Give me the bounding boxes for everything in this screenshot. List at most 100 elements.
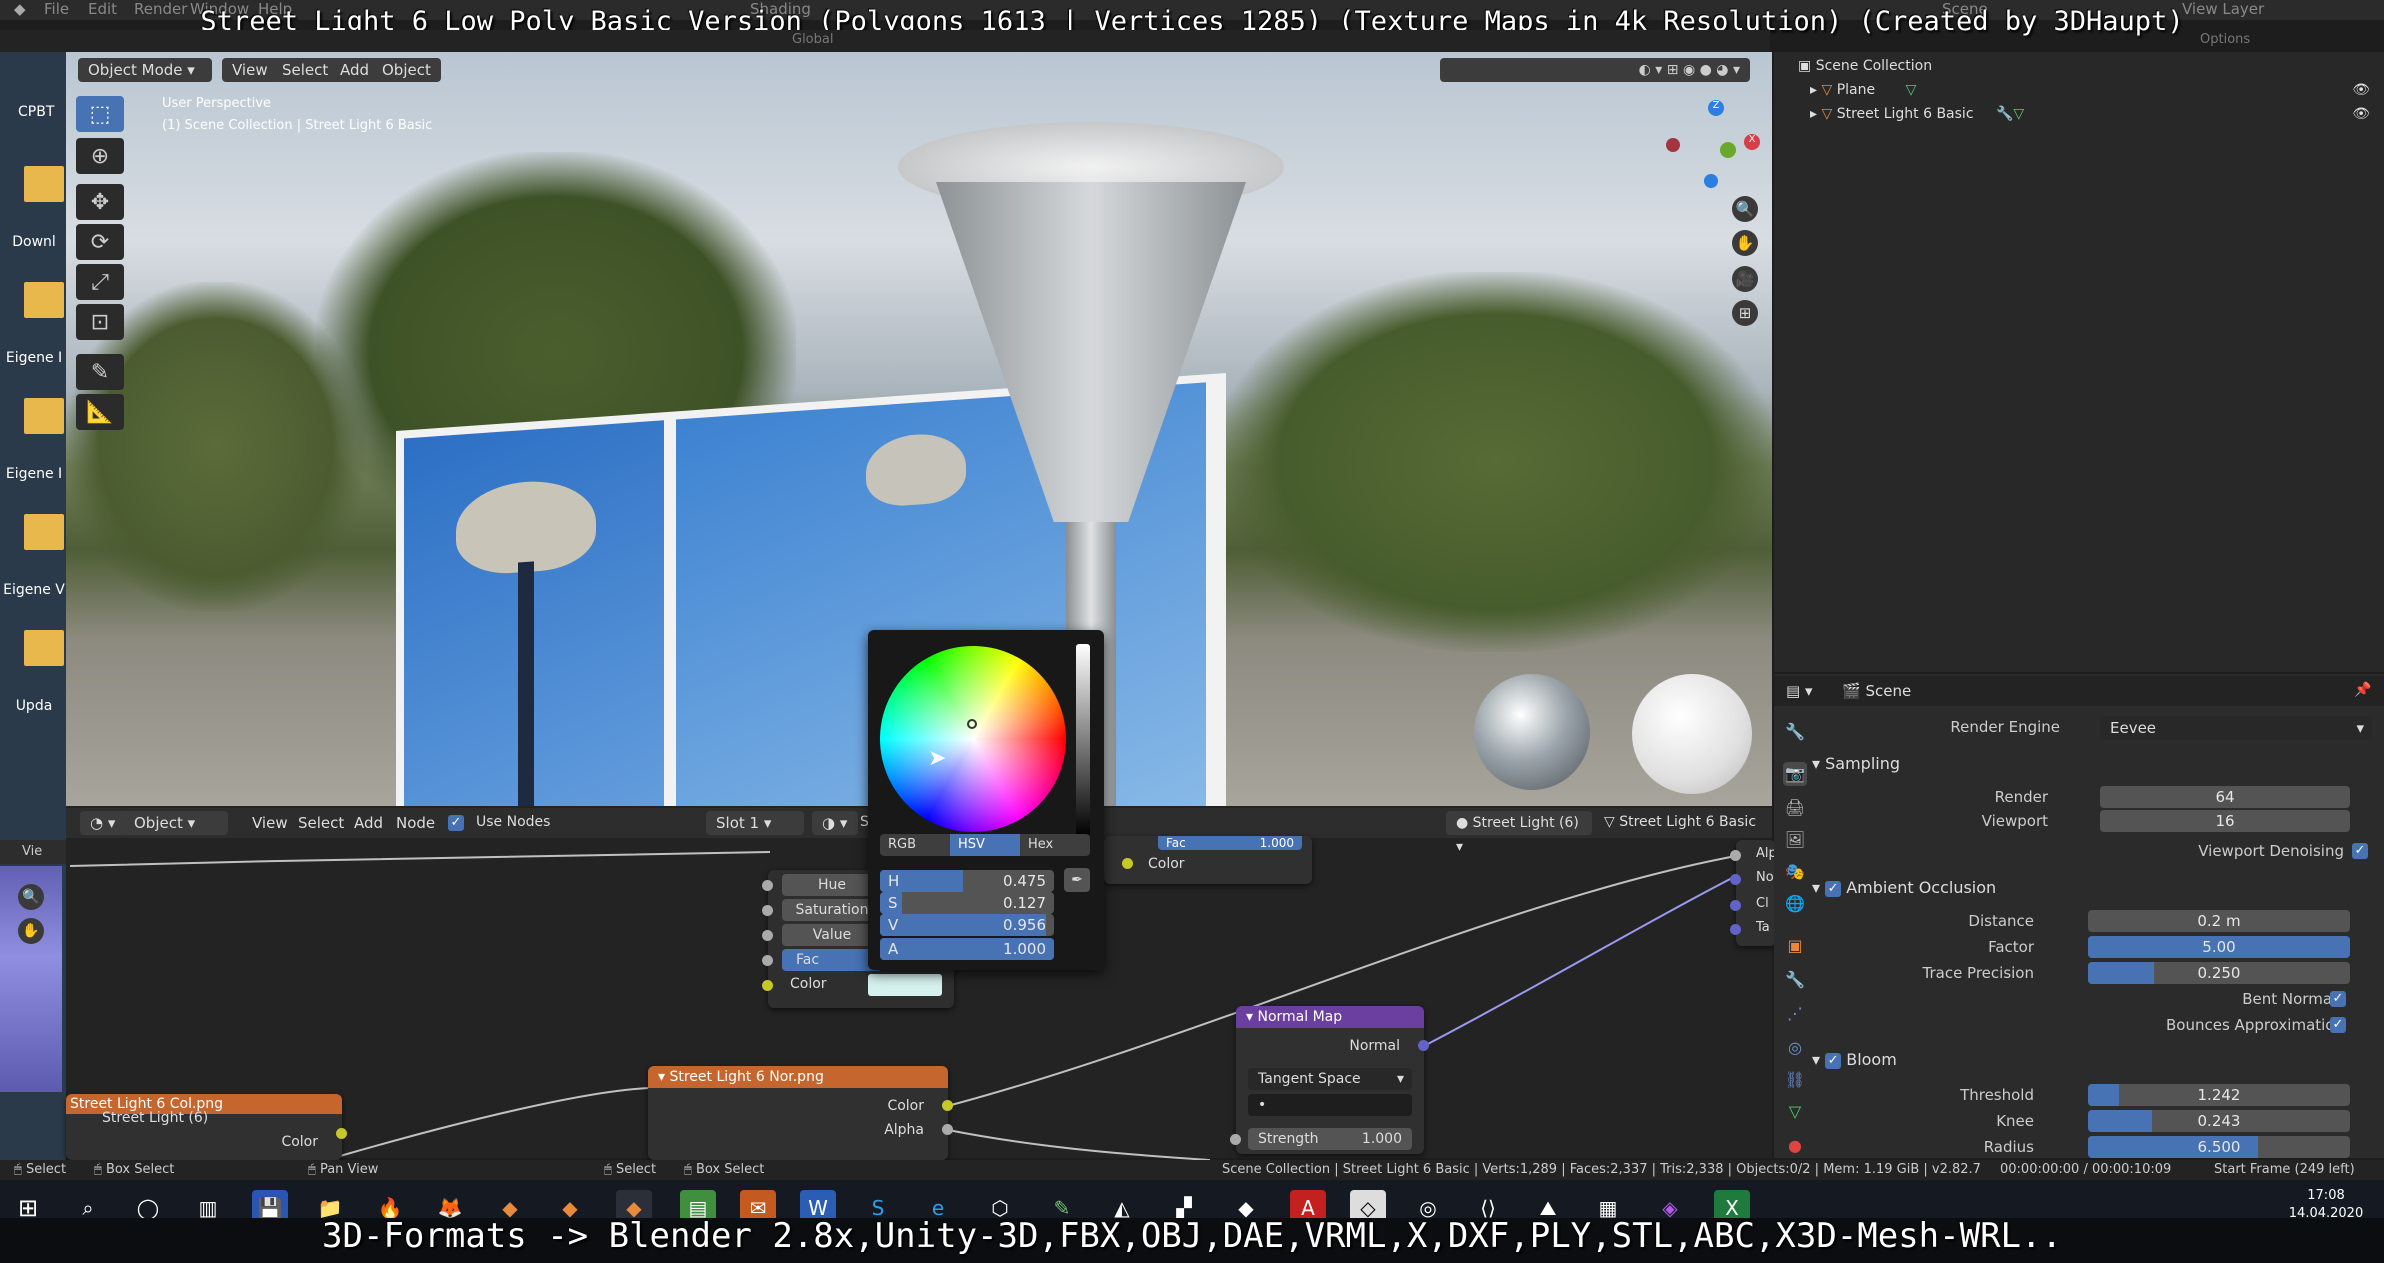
scene-tab-icon[interactable]: 🎭 bbox=[1783, 860, 1807, 884]
ambient-occlusion-panel-header[interactable]: ▾ ✓ Ambient Occlusion bbox=[1812, 874, 2372, 902]
modifier-tab-icon[interactable]: 🔧 bbox=[1783, 968, 1807, 992]
input-socket[interactable] bbox=[762, 930, 773, 941]
bent-normals-checkbox[interactable]: ✓ bbox=[2330, 991, 2346, 1007]
node-header[interactable]: ▾ Street Light 6 Nor.png bbox=[648, 1066, 948, 1088]
input-socket[interactable] bbox=[1122, 858, 1133, 869]
render-tab-icon[interactable]: 📷 bbox=[1783, 762, 1807, 786]
color-wheel[interactable] bbox=[880, 646, 1066, 832]
ao-distance-field[interactable]: 0.2 m bbox=[2088, 910, 2350, 932]
clock-time[interactable]: 17:08 bbox=[2296, 1188, 2356, 1203]
input-socket[interactable] bbox=[762, 905, 773, 916]
data-tab-icon[interactable]: ▽ bbox=[1783, 1100, 1807, 1124]
input-socket[interactable] bbox=[1730, 900, 1741, 911]
output-tab-icon[interactable]: 🖨 bbox=[1783, 796, 1807, 820]
color-wheel-cursor[interactable] bbox=[967, 719, 977, 729]
mix-fac-field[interactable]: Fac 1.000 bbox=[1158, 836, 1302, 850]
node-output-label: Normal bbox=[1349, 1038, 1400, 1054]
bloom-threshold-fill bbox=[2088, 1084, 2120, 1106]
object-tab-icon[interactable]: ▣ bbox=[1783, 934, 1807, 958]
color-swatch[interactable] bbox=[868, 974, 942, 996]
viewport-denoising-checkbox[interactable]: ✓ bbox=[2352, 843, 2368, 859]
node-field-color-label: Color bbox=[790, 976, 827, 992]
ao-distance-label: Distance bbox=[1968, 912, 2034, 930]
tool-tab-icon[interactable]: 🔧 bbox=[1783, 720, 1807, 744]
render-samples-label: Render bbox=[1994, 788, 2048, 806]
output-socket[interactable] bbox=[1418, 1040, 1429, 1051]
value-slider[interactable] bbox=[1076, 644, 1090, 836]
alpha-field[interactable]: A 1.000 bbox=[880, 938, 1054, 960]
constraints-tab-icon[interactable]: ⛓ bbox=[1783, 1068, 1807, 1092]
ao-trace-precision-field[interactable]: 0.250 bbox=[2088, 962, 2350, 984]
status-scene-info: Scene Collection | Street Light 6 Basic … bbox=[1222, 1162, 1981, 1177]
ao-factor-field[interactable]: 5.00 bbox=[2088, 936, 2350, 958]
bloom-radius-field[interactable]: 6.500 bbox=[2088, 1136, 2350, 1158]
viewport-samples-label: Viewport bbox=[1981, 812, 2048, 830]
viewport-samples-field[interactable]: 16 bbox=[2100, 810, 2350, 832]
node-header[interactable]: ▾ Normal Map bbox=[1236, 1006, 1424, 1028]
bloom-threshold-label: Threshold bbox=[1960, 1086, 2034, 1104]
bloom-threshold-field[interactable]: 1.242 bbox=[2088, 1084, 2350, 1106]
output-socket[interactable] bbox=[942, 1124, 953, 1135]
tab-hex[interactable]: Hex bbox=[1020, 834, 1090, 856]
normal-map-node[interactable]: ▾ Normal Map Normal Tangent Space ▾ • Str… bbox=[1236, 1006, 1424, 1154]
node-field-hue[interactable]: Hue bbox=[782, 874, 882, 896]
outliner-row-street-light[interactable]: ▸ ▽ Street Light 6 Basic 🔧▽ 👁 bbox=[1810, 106, 2370, 122]
color-picker-popup[interactable]: ➤ RGB HSV Hex H 0.475 S 0.127 V 0.956 A 1.00… bbox=[868, 630, 1104, 970]
bloom-panel-header[interactable]: ▾ ✓ Bloom bbox=[1812, 1046, 2372, 1074]
strength-field[interactable]: Strength 1.000 bbox=[1248, 1128, 1412, 1150]
visibility-eye-icon[interactable]: 👁 bbox=[2352, 82, 2370, 98]
particles-tab-icon[interactable]: ⋰ bbox=[1783, 1002, 1807, 1026]
tab-rgb[interactable]: RGB bbox=[880, 834, 950, 856]
visibility-eye-icon[interactable]: 👁 bbox=[2352, 106, 2370, 122]
outliner-row-plane[interactable]: ▸ ▽ Plane ▽ 👁 bbox=[1810, 82, 2370, 98]
ambient-occlusion-checkbox[interactable]: ✓ bbox=[1825, 880, 1842, 897]
bloom-knee-field[interactable]: 0.243 bbox=[2088, 1110, 2350, 1132]
value-field[interactable]: V 0.956 bbox=[880, 914, 1054, 936]
tab-hsv[interactable]: HSV bbox=[950, 834, 1020, 856]
input-socket[interactable] bbox=[1730, 874, 1741, 885]
pin-icon[interactable]: 📌 bbox=[2354, 682, 2371, 698]
output-socket[interactable] bbox=[942, 1100, 953, 1111]
input-socket[interactable] bbox=[1230, 1134, 1241, 1145]
physics-tab-icon[interactable]: ◎ bbox=[1783, 1036, 1807, 1060]
material-tab-icon[interactable]: ● bbox=[1783, 1134, 1807, 1158]
uv-map-field[interactable]: • bbox=[1248, 1094, 1412, 1116]
image-name-field[interactable]: Street Light (6) bbox=[102, 1110, 208, 1126]
eyedropper-icon[interactable]: ✒ bbox=[1064, 868, 1090, 892]
node-output-label: Color bbox=[281, 1134, 318, 1150]
node-link bbox=[1423, 875, 1737, 1047]
bounces-approximation-checkbox[interactable]: ✓ bbox=[2330, 1017, 2346, 1033]
node-field-saturation[interactable]: Saturation bbox=[782, 899, 882, 921]
bloom-checkbox[interactable]: ✓ bbox=[1825, 1052, 1842, 1069]
input-socket[interactable] bbox=[1730, 850, 1741, 861]
ao-factor-label: Factor bbox=[1988, 938, 2034, 956]
bloom-knee-fill bbox=[2088, 1110, 2152, 1132]
render-engine-dropdown[interactable]: Eevee ▾ bbox=[2100, 716, 2372, 740]
sampling-panel-header[interactable]: ▾ Sampling bbox=[1812, 750, 2372, 778]
image-texture-node-normal[interactable]: ▾ Street Light 6 Nor.png Color Alpha bbox=[648, 1066, 948, 1160]
hue-field[interactable]: H 0.475 bbox=[880, 870, 1054, 892]
outliner-row-scene-collection[interactable]: ▣ Scene Collection bbox=[1798, 58, 1932, 74]
render-samples-field[interactable]: 64 bbox=[2100, 786, 2350, 808]
bounces-approximation-label: Bounces Approximation bbox=[2166, 1016, 2344, 1034]
node-field-fac[interactable]: Fac bbox=[782, 949, 882, 971]
saturation-field[interactable]: S 0.127 bbox=[880, 892, 1054, 914]
mix-node[interactable]: Fac 1.000 Color bbox=[1104, 836, 1312, 884]
world-tab-icon[interactable]: 🌐 bbox=[1783, 892, 1807, 916]
input-socket[interactable] bbox=[762, 955, 773, 966]
modifier-wrench-icon: 🔧 bbox=[1995, 106, 2014, 122]
tangent-space-dropdown[interactable]: Tangent Space ▾ bbox=[1248, 1068, 1412, 1090]
input-socket[interactable] bbox=[1730, 924, 1741, 935]
node-link bbox=[947, 1129, 1211, 1161]
image-texture-node-color[interactable]: Street Light 6 Col.png Street Light (6) … bbox=[66, 1094, 342, 1160]
status-select-hint-2: 🖱 Select bbox=[604, 1162, 657, 1177]
input-socket[interactable] bbox=[762, 980, 773, 991]
ao-trace-precision-label: Trace Precision bbox=[1922, 964, 2035, 982]
outliner[interactable] bbox=[1774, 52, 2384, 672]
bent-normals-label: Bent Normals bbox=[2242, 990, 2344, 1008]
view-layer-tab-icon[interactable]: 🖼 bbox=[1783, 828, 1807, 852]
node-field-value[interactable]: Value bbox=[782, 924, 882, 946]
input-socket[interactable] bbox=[762, 880, 773, 891]
output-socket[interactable] bbox=[336, 1128, 347, 1139]
editor-type-icon[interactable]: ▤ ▾ bbox=[1786, 682, 1812, 700]
